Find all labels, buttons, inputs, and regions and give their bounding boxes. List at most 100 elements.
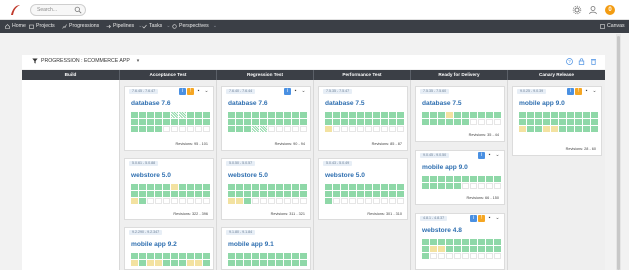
build-status-grid bbox=[325, 184, 404, 204]
card-webstore-5-0-acceptance[interactable]: 5.0.61 - 5.0.88 webstore 5.0 Revisions: … bbox=[124, 158, 214, 220]
build-status-grid bbox=[131, 184, 210, 204]
lock-icon[interactable]: ▪ bbox=[583, 88, 590, 95]
gear-icon[interactable] bbox=[572, 5, 582, 15]
build-status-grid bbox=[519, 112, 598, 132]
build-status-grid bbox=[131, 112, 210, 132]
vertical-scrollbar[interactable] bbox=[616, 34, 621, 270]
revisions-label: Revisions: 28 - 60 bbox=[565, 147, 596, 151]
column-header-regression-test: Regression Test bbox=[217, 70, 314, 80]
chevron-down-icon[interactable]: ⌄ bbox=[591, 88, 598, 95]
version-range: 7.6.45 - 7.6.47 bbox=[129, 89, 159, 94]
card-mobile-app-9-1-regression[interactable]: 9.1.80 - 9.1.84 mobile app 9.1 bbox=[221, 227, 311, 270]
trash-icon[interactable] bbox=[590, 58, 597, 65]
progression-icon bbox=[62, 23, 67, 29]
chevron-down-icon[interactable]: ⌄ bbox=[203, 88, 210, 95]
scrollbar-thumb[interactable] bbox=[617, 36, 620, 270]
nav-item-pipelines[interactable]: Pipelines ⌄ bbox=[106, 23, 142, 29]
nav-label-tasks: Tasks bbox=[149, 23, 163, 29]
nav-item-canvas[interactable]: Canvas bbox=[600, 23, 625, 29]
nav-item-progressions[interactable]: Progressions bbox=[62, 23, 99, 29]
version-range: 7.5.35 - 7.5.47 bbox=[323, 89, 353, 94]
revisions-label: Revisions: 66 - 150 bbox=[466, 196, 499, 200]
lock-icon[interactable]: ▪ bbox=[292, 88, 299, 95]
help-icon[interactable]: ? bbox=[566, 58, 573, 65]
revisions-label: Revisions: 85 - 87 bbox=[371, 142, 402, 146]
lock-icon[interactable]: ▪ bbox=[195, 88, 202, 95]
card-title[interactable]: webstore 5.0 bbox=[131, 172, 171, 179]
card-title[interactable]: database 7.6 bbox=[131, 100, 171, 107]
revisions-label: Revisions: 301 - 310 bbox=[367, 212, 402, 216]
column-header-build: Build bbox=[22, 70, 120, 80]
column-header-canary-release: Canary Release bbox=[539, 72, 574, 77]
build-status-grid bbox=[422, 112, 501, 125]
filter-icon[interactable] bbox=[32, 58, 38, 64]
build-status-grid bbox=[422, 239, 501, 259]
card-webstore-5-0-regression[interactable]: 5.0.50 - 5.0.57 webstore 5.0 Revisions: … bbox=[221, 158, 311, 220]
warning-icon[interactable]: ! bbox=[187, 88, 194, 95]
nav-item-perspectives[interactable]: Perspectives ⌄ bbox=[172, 23, 217, 29]
card-title[interactable]: database 7.5 bbox=[325, 100, 365, 107]
chevron-down-icon[interactable]: ⌄ bbox=[494, 152, 501, 159]
info-icon[interactable]: i bbox=[567, 88, 574, 95]
check-icon bbox=[142, 24, 147, 28]
info-icon[interactable]: i bbox=[478, 152, 485, 159]
column-build bbox=[22, 80, 120, 270]
nav-item-tasks[interactable]: Tasks ⌄ bbox=[142, 23, 171, 29]
nav-label-perspectives: Perspectives bbox=[179, 23, 209, 29]
version-range: 5.0.61 - 5.0.88 bbox=[129, 161, 159, 166]
card-title[interactable]: mobile app 9.0 bbox=[422, 164, 468, 171]
version-range: 7.5.35 - 7.5.60 bbox=[420, 89, 450, 94]
card-title[interactable]: webstore 4.8 bbox=[422, 227, 462, 234]
progression-selector[interactable]: PROGRESSION : ECOMMERCE APP ▾ bbox=[32, 58, 139, 64]
lock-icon[interactable]: ▪ bbox=[486, 215, 493, 222]
card-title[interactable]: database 7.6 bbox=[228, 100, 268, 107]
card-title[interactable]: mobile app 9.0 bbox=[519, 100, 565, 107]
search-icon[interactable] bbox=[74, 6, 82, 14]
card-database-7-6-regression[interactable]: 7.6.40 - 7.6.44 i ▪ ⌄ database 7.6 Revis… bbox=[221, 86, 311, 151]
card-title[interactable]: mobile app 9.1 bbox=[228, 241, 274, 248]
info-icon[interactable]: i bbox=[470, 215, 477, 222]
build-status-grid bbox=[131, 253, 210, 266]
card-mobile-app-9-0-canary[interactable]: 9.0.25 - 9.0.39 i ! ▪ ⌄ mobile app 9.0 R… bbox=[512, 86, 602, 156]
warning-icon[interactable]: ! bbox=[575, 88, 582, 95]
card-webstore-5-0-performance[interactable]: 5.0.43 - 5.0.49 webstore 5.0 Revisions: … bbox=[318, 158, 408, 220]
version-range: 7.6.40 - 7.6.44 bbox=[226, 89, 256, 94]
nav-label-progressions: Progressions bbox=[69, 23, 100, 29]
card-mobile-app-9-0-ready[interactable]: 9.0.45 - 9.0.50 i ▪ ⌄ mobile app 9.0 Rev… bbox=[415, 150, 505, 205]
app-logo-icon[interactable] bbox=[8, 3, 22, 17]
card-title[interactable]: mobile app 9.2 bbox=[131, 241, 177, 248]
chevron-down-icon[interactable]: ⌄ bbox=[300, 88, 307, 95]
version-range: 5.0.50 - 5.0.57 bbox=[226, 161, 256, 166]
nav-item-projects[interactable]: Projects bbox=[29, 23, 55, 29]
card-title[interactable]: database 7.5 bbox=[422, 100, 462, 107]
card-database-7-6-acceptance[interactable]: 7.6.45 - 7.6.47 i ! ▪ ⌄ database 7.6 Rev… bbox=[124, 86, 214, 151]
notification-badge[interactable]: 0 bbox=[605, 5, 615, 15]
lock-icon[interactable] bbox=[578, 58, 585, 65]
card-database-7-5-ready[interactable]: 7.5.35 - 7.5.60 database 7.5 Revisions: … bbox=[415, 86, 505, 142]
revisions-label: Revisions: 311 - 321 bbox=[270, 212, 305, 216]
card-webstore-4-8-ready[interactable]: 4.8.1 - 4.8.37 i ! ▪ ⌄ webstore 4.8 bbox=[415, 213, 505, 270]
progression-header: PROGRESSION : ECOMMERCE APP ▾ ? bbox=[22, 55, 605, 69]
info-icon[interactable]: i bbox=[179, 88, 186, 95]
warning-icon[interactable]: ! bbox=[478, 215, 485, 222]
search-input[interactable]: Search... bbox=[30, 4, 86, 16]
top-bar: Search... 0 bbox=[0, 0, 629, 20]
nav-item-home[interactable]: Home bbox=[5, 23, 26, 29]
user-icon[interactable] bbox=[588, 5, 598, 15]
nav-label-canvas: Canvas bbox=[607, 23, 625, 29]
nav-bar: Home Projects Progressions Pipelines ⌄ T… bbox=[0, 20, 629, 33]
perspective-icon bbox=[172, 23, 177, 29]
card-title[interactable]: webstore 5.0 bbox=[228, 172, 268, 179]
build-status-grid bbox=[325, 112, 404, 132]
column-headers: Build Acceptance Test Regression Test Pe… bbox=[22, 70, 605, 80]
build-status-grid bbox=[228, 253, 307, 266]
nav-label-pipelines: Pipelines bbox=[113, 23, 135, 29]
card-database-7-5-performance[interactable]: 7.5.35 - 7.5.47 database 7.5 Revisions: … bbox=[318, 86, 408, 151]
info-icon[interactable]: i bbox=[284, 88, 291, 95]
lock-icon[interactable]: ▪ bbox=[486, 152, 493, 159]
build-status-grid bbox=[422, 176, 501, 189]
column-header-ready-for-delivery: Ready for Delivery bbox=[411, 70, 508, 80]
card-mobile-app-9-2-acceptance[interactable]: 9.2.290 - 9.2.347 mobile app 9.2 bbox=[124, 227, 214, 270]
chevron-down-icon[interactable]: ⌄ bbox=[494, 215, 501, 222]
card-title[interactable]: webstore 5.0 bbox=[325, 172, 365, 179]
